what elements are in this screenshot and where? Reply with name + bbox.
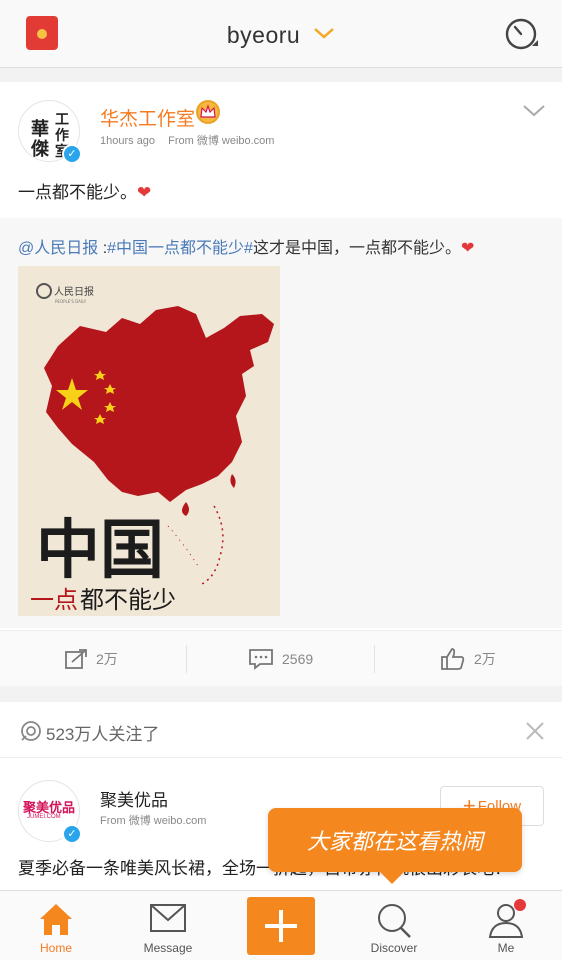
brand-name[interactable]: 聚美优品	[100, 786, 168, 811]
home-icon	[40, 904, 72, 935]
close-icon[interactable]	[524, 720, 546, 747]
brand-logo-sub: JUMEI.COM	[27, 814, 61, 820]
chevron-down-icon	[313, 18, 335, 45]
radar-icon[interactable]	[504, 16, 540, 57]
verified-badge-icon: ✓	[62, 144, 82, 164]
verified-badge-icon: ✓	[62, 824, 82, 844]
action-divider	[186, 645, 187, 673]
mention-link[interactable]: @人民日报	[18, 240, 98, 257]
fans-icon	[21, 721, 41, 741]
bottom-tab-bar: Home Message Discover Me	[0, 890, 562, 960]
paper-logo-text: 人民日报	[54, 285, 94, 298]
post-source: From 微博 weibo.com	[168, 135, 275, 147]
recommend-header: 523万人关注了	[0, 702, 562, 758]
vip-crown-icon	[196, 100, 220, 124]
compose-plus-button[interactable]	[247, 897, 315, 955]
poster-headline: 中国	[36, 513, 164, 588]
poster-tagline: 都不能少	[80, 586, 176, 614]
post-meta: 1hours ago From 微博 weibo.com	[100, 132, 274, 148]
post-text-content: 一点都不能少。	[18, 183, 137, 202]
tab-home[interactable]: Home	[0, 891, 112, 960]
search-icon	[378, 904, 411, 938]
tab-me-label: Me	[497, 941, 515, 955]
tab-message-label: Message	[143, 941, 193, 955]
post-time: 1hours ago	[100, 135, 156, 147]
comment-button[interactable]: 2569	[248, 631, 313, 687]
repost-body: 这才是中国，一点都不能少。	[252, 240, 461, 257]
comment-icon	[249, 649, 273, 670]
comment-count: 2569	[282, 651, 314, 667]
repost-icon	[65, 649, 87, 669]
tab-discover-label: Discover	[370, 941, 418, 955]
discover-tooltip[interactable]: 大家都在这看热闹	[268, 808, 522, 884]
tab-message[interactable]: Message	[112, 891, 224, 960]
author-name[interactable]: 华杰工作室	[100, 104, 195, 131]
repost-count: 2万	[96, 651, 118, 667]
post-actions: 2万 2569 2万	[0, 630, 562, 686]
hashtag-link[interactable]: #中国一点都不能少#	[107, 240, 253, 257]
envelope-icon	[150, 904, 186, 932]
heart-icon: ❤	[460, 240, 475, 257]
like-button[interactable]: 2万	[440, 631, 496, 687]
account-name: byeoru	[226, 22, 301, 48]
post-options-chevron-icon[interactable]	[522, 104, 546, 123]
account-switcher[interactable]: byeoru	[0, 18, 562, 49]
poster-tagline-accent: 一点	[30, 586, 78, 614]
repost-block[interactable]: @人民日报 :#中国一点都不能少#这才是中国，一点都不能少。❤ 人民日报 PEO…	[0, 218, 562, 628]
tooltip-text: 大家都在这看热闹	[306, 829, 483, 854]
weibo-post-card[interactable]: 華 傑 工 作 室 ✓ 华杰工作室 1hours ago From 微博 wei…	[0, 82, 562, 686]
avatar-char: 傑	[31, 139, 49, 160]
notification-dot	[514, 899, 526, 911]
post-text: 一点都不能少。❤	[18, 178, 151, 203]
brand-source: From 微博 weibo.com	[100, 815, 207, 827]
followers-text: 523万人关注了	[46, 725, 160, 744]
thumbs-up-icon	[441, 648, 465, 670]
tab-me[interactable]: Me	[450, 891, 562, 960]
tab-home-label: Home	[39, 941, 72, 955]
repost-colon: :	[98, 240, 108, 257]
repost-text: @人民日报 :#中国一点都不能少#这才是中国，一点都不能少。❤	[18, 234, 474, 258]
tab-discover[interactable]: Discover	[338, 891, 450, 960]
heart-icon: ❤	[137, 183, 152, 202]
action-divider	[374, 645, 375, 673]
top-bar: byeoru	[0, 0, 562, 68]
paper-logo-sub: PEOPLE'S DAILY	[55, 299, 87, 304]
repost-image[interactable]: 人民日报 PEOPLE'S DAILY 中国 一点 都不能少	[18, 266, 280, 616]
repost-button[interactable]: 2万	[64, 631, 118, 687]
like-count: 2万	[474, 651, 496, 667]
